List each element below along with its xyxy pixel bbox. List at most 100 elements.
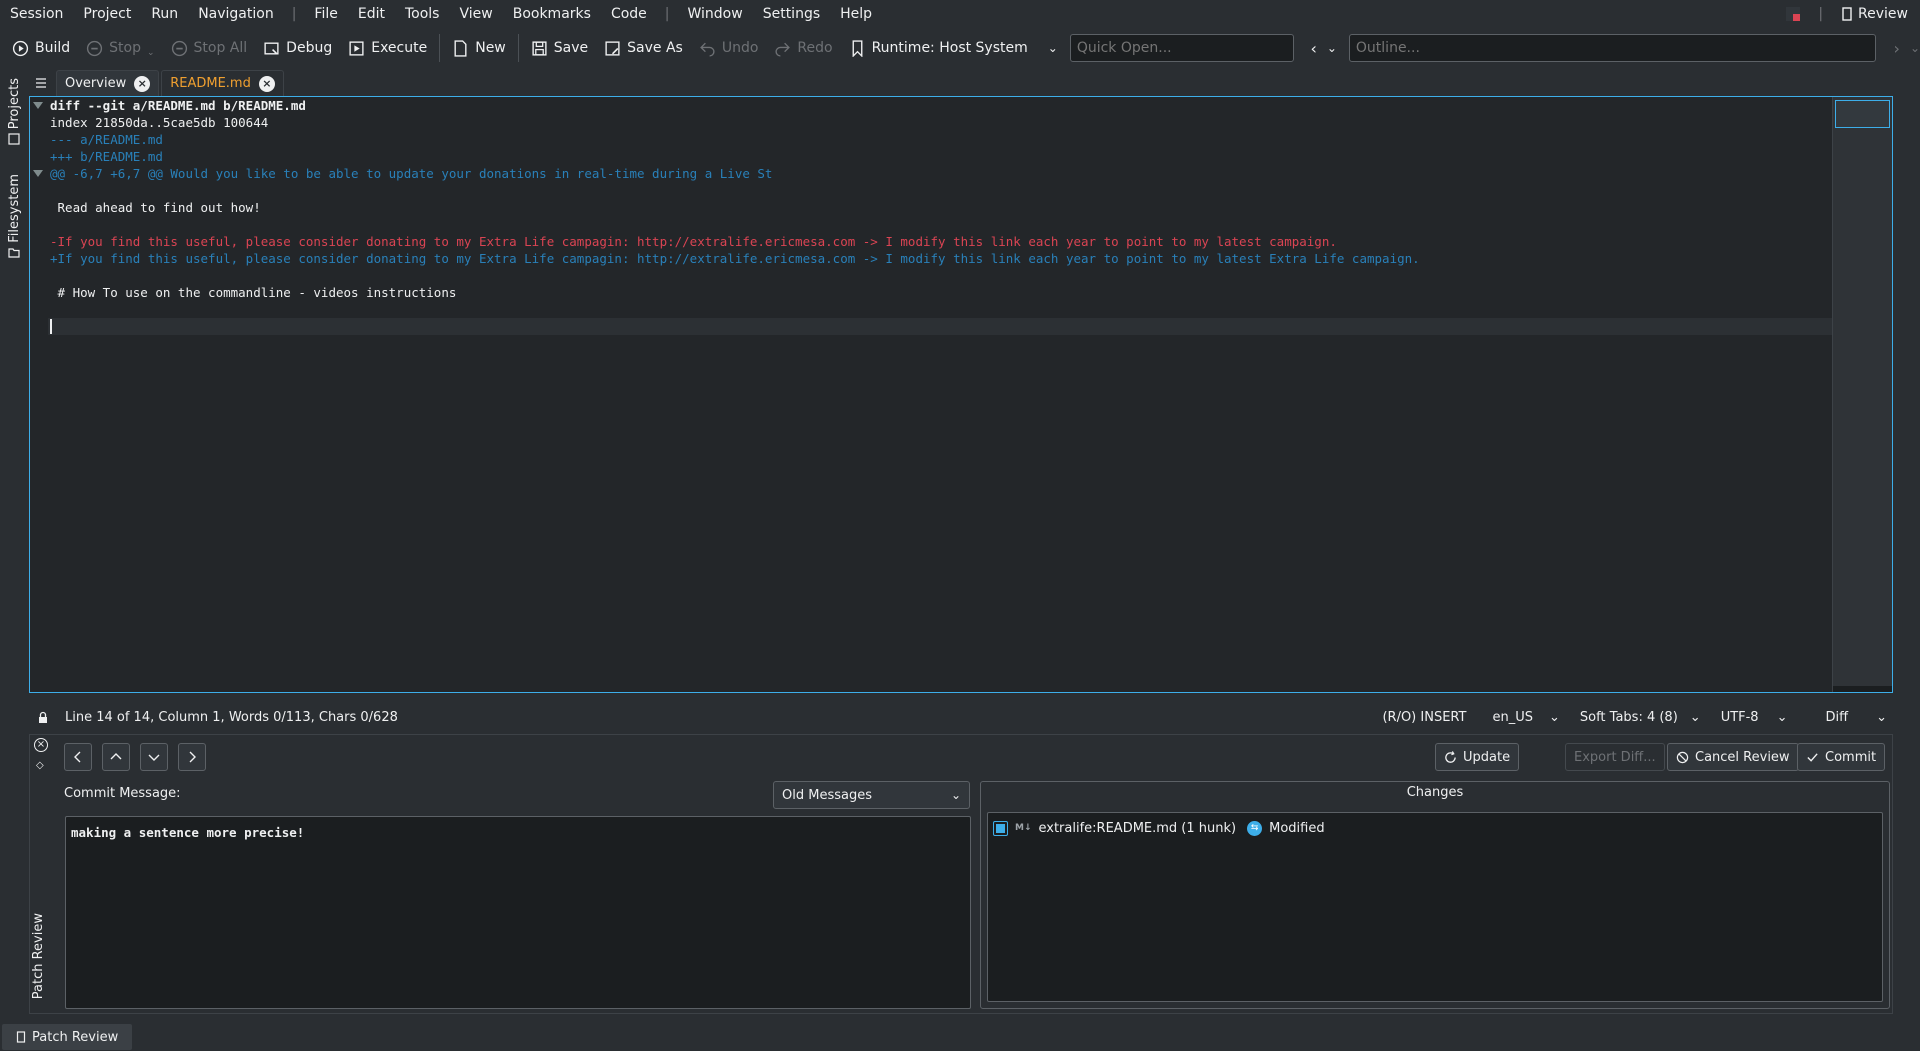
review-icon: [16, 1031, 26, 1043]
diff-editor[interactable]: diff --git a/README.md b/README.md index…: [29, 96, 1893, 693]
debug-button[interactable]: Debug: [255, 33, 340, 63]
document-tab-bar: Overview × README.md ×: [28, 68, 1892, 96]
menu-bookmarks[interactable]: Bookmarks: [503, 0, 601, 28]
chevron-down-icon: ⌄: [950, 788, 961, 802]
commit-button[interactable]: Commit: [1797, 743, 1886, 771]
editor-gutter: [30, 97, 48, 692]
chevron-down-icon[interactable]: ⌄: [1048, 41, 1058, 55]
list-item[interactable]: M↓ extralife:README.md (1 hunk) ⇆ Modifi…: [988, 817, 1882, 839]
commit-message-label: Commit Message:: [64, 786, 181, 801]
undo-button[interactable]: Undo: [691, 33, 767, 63]
lock-icon: [39, 711, 47, 723]
changes-title: Changes: [1406, 785, 1464, 800]
chevron-up-icon: [110, 753, 122, 760]
review-area-label: Review: [1858, 6, 1908, 22]
build-icon: [12, 40, 29, 56]
language-selector[interactable]: en_US ⌄: [1492, 710, 1559, 725]
projects-dock-tab[interactable]: Projects: [2, 78, 26, 145]
menu-edit[interactable]: Edit: [348, 0, 395, 28]
text-cursor: [50, 319, 52, 334]
chevron-down-icon[interactable]: ⌄: [1910, 41, 1920, 55]
tab-readme[interactable]: README.md ×: [161, 70, 284, 96]
menu-separator: |: [1818, 6, 1824, 22]
chevron-down-icon[interactable]: ⌄: [1327, 41, 1337, 55]
area-switcher-icon[interactable]: [1786, 7, 1801, 21]
tab-list-icon[interactable]: [28, 70, 54, 96]
undo-icon: [699, 42, 715, 57]
outline-input[interactable]: [1348, 34, 1876, 62]
float-panel-icon[interactable]: ◇: [36, 760, 44, 771]
undo-label: Undo: [721, 40, 759, 56]
menu-code[interactable]: Code: [601, 0, 657, 28]
menu-view[interactable]: View: [449, 0, 502, 28]
changes-group: Changes M↓ extralife:README.md (1 hunk) …: [980, 781, 1890, 1009]
update-label: Update: [1463, 749, 1511, 765]
code-line: Read ahead to find out how!: [50, 200, 261, 215]
cancel-review-button[interactable]: Cancel Review: [1667, 743, 1799, 771]
code-area[interactable]: diff --git a/README.md b/README.md index…: [48, 97, 1860, 692]
filesystem-dock-label: Filesystem: [6, 174, 22, 243]
previous-hunk-button[interactable]: [102, 743, 130, 771]
previous-file-button[interactable]: [64, 743, 92, 771]
close-icon[interactable]: ×: [134, 75, 151, 92]
stop-icon: [87, 40, 103, 56]
patch-review-panel: × ◇ Patch Review Update Export Diff... C…: [29, 734, 1893, 1014]
code-line: index 21850da..5cae5db 100644: [50, 115, 269, 130]
toolbar-separator: [439, 34, 441, 62]
save-as-button[interactable]: Save As: [596, 33, 691, 63]
old-messages-dropdown[interactable]: Old Messages ⌄: [773, 781, 970, 809]
update-button[interactable]: Update: [1435, 743, 1520, 771]
redo-button[interactable]: Redo: [766, 33, 840, 63]
tab-overview[interactable]: Overview ×: [56, 70, 160, 96]
menu-run[interactable]: Run: [141, 0, 188, 28]
menu-file[interactable]: File: [304, 0, 347, 28]
menu-window[interactable]: Window: [678, 0, 753, 28]
menu-settings[interactable]: Settings: [753, 0, 830, 28]
stop-all-button[interactable]: Stop All: [163, 33, 256, 63]
menu-help[interactable]: Help: [830, 0, 882, 28]
back-chevron-icon[interactable]: ‹: [1310, 39, 1316, 58]
close-icon[interactable]: ×: [34, 738, 48, 752]
encoding-selector[interactable]: UTF-8 ⌄: [1721, 710, 1788, 725]
commit-message-textarea[interactable]: making a sentence more precise!: [65, 816, 971, 1009]
cancel-review-label: Cancel Review: [1695, 749, 1790, 765]
toolbar-separator: [517, 34, 519, 62]
close-icon[interactable]: ×: [258, 75, 275, 92]
menu-project[interactable]: Project: [73, 0, 141, 28]
menu-session[interactable]: Session: [0, 0, 73, 28]
menu-separator: |: [664, 6, 670, 22]
runtime-selector[interactable]: Runtime: Host System ⌄: [841, 33, 1066, 63]
filesystem-dock-tab[interactable]: Filesystem: [2, 174, 26, 259]
forward-chevron-icon[interactable]: ›: [1894, 39, 1900, 58]
menu-navigation[interactable]: Navigation: [188, 0, 284, 28]
changes-list[interactable]: M↓ extralife:README.md (1 hunk) ⇆ Modifi…: [987, 812, 1883, 1002]
file-checkbox[interactable]: [993, 820, 1008, 836]
left-dock: Projects Filesystem: [0, 78, 28, 618]
build-button[interactable]: Build: [4, 33, 78, 63]
next-hunk-button[interactable]: [140, 743, 168, 771]
syntax-label: Diff: [1825, 709, 1849, 725]
fold-marker-icon[interactable]: [33, 102, 43, 109]
input-mode[interactable]: (R/O) INSERT: [1382, 710, 1466, 725]
next-file-button[interactable]: [178, 743, 206, 771]
export-diff-button[interactable]: Export Diff...: [1565, 743, 1665, 771]
new-button[interactable]: New: [444, 33, 514, 63]
syntax-selector[interactable]: Diff ⌄: [1826, 710, 1888, 725]
menu-tools[interactable]: Tools: [395, 0, 450, 28]
chevron-down-icon: ⌄: [1689, 709, 1701, 725]
quick-open-input[interactable]: [1069, 34, 1295, 62]
save-button[interactable]: Save: [523, 33, 596, 63]
projects-icon: [8, 133, 20, 145]
patch-review-toolview-button[interactable]: Patch Review: [2, 1024, 133, 1050]
chevron-down-icon[interactable]: ⌄: [147, 48, 155, 58]
indentation-selector[interactable]: Soft Tabs: 4 (8) ⌄: [1580, 710, 1701, 725]
fold-marker-icon[interactable]: [33, 170, 43, 177]
stop-button[interactable]: Stop ⌄: [78, 33, 162, 63]
minimap-viewport[interactable]: [1835, 100, 1890, 128]
commit-label: Commit: [1825, 749, 1877, 765]
minimap[interactable]: [1832, 97, 1892, 692]
stop-label: Stop: [109, 40, 141, 56]
review-area-button[interactable]: Review: [1841, 6, 1908, 22]
execute-button[interactable]: Execute: [340, 33, 435, 63]
